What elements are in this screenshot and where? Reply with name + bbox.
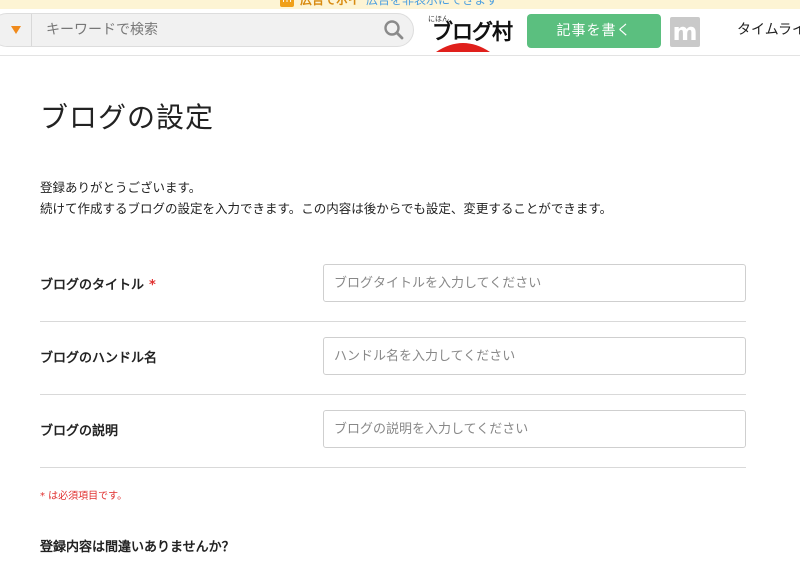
site-header: にほん ブログ村 記事を書く m タイムライ [0,9,800,56]
blog-description-label: ブログの説明 [40,424,119,439]
logo-sun-icon [436,43,490,52]
write-article-button[interactable]: 記事を書く [527,14,661,48]
form-row-title: ブログのタイトル * [40,248,746,322]
ad-text: 広告を非表示にできます [366,0,499,7]
ad-badge-icon: m [280,0,294,7]
form-row-description: ブログの説明 [40,394,746,468]
page-title: ブログの設定 [40,101,215,134]
ad-bold-text: 広告でポイ [300,0,361,7]
required-mark: * [149,278,156,293]
handle-name-label: ブログのハンドル名 [40,351,158,366]
m-logo-icon[interactable]: m [670,17,700,47]
timeline-link[interactable]: タイムライ [737,19,800,39]
handle-name-input[interactable] [323,337,746,375]
search-input[interactable] [36,14,376,46]
intro-line-1: 登録ありがとうございます。 [40,180,202,195]
caret-down-icon[interactable] [11,26,21,34]
blog-title-label: ブログのタイトル * [40,274,156,293]
search-icon[interactable] [381,18,407,42]
blogmura-logo[interactable]: にほん ブログ村 [428,12,513,52]
intro-text: 登録ありがとうございます。 続けて作成するブログの設定を入力できます。この内容は… [40,177,612,219]
form-row-handle: ブログのハンドル名 [40,321,746,395]
blog-title-label-text: ブログのタイトル [40,278,145,293]
confirm-question: 登録内容は間違いありませんか？ [40,540,235,555]
blog-title-input[interactable] [323,264,746,302]
search-bar [0,13,414,47]
search-divider [31,14,32,46]
ad-banner[interactable]: m 広告でポイ 広告を非表示にできます [0,0,800,9]
blog-description-input[interactable] [323,410,746,448]
required-note: * は必須項目です。 [40,491,128,502]
intro-line-2: 続けて作成するブログの設定を入力できます。この内容は後からでも設定、変更すること… [40,201,613,216]
